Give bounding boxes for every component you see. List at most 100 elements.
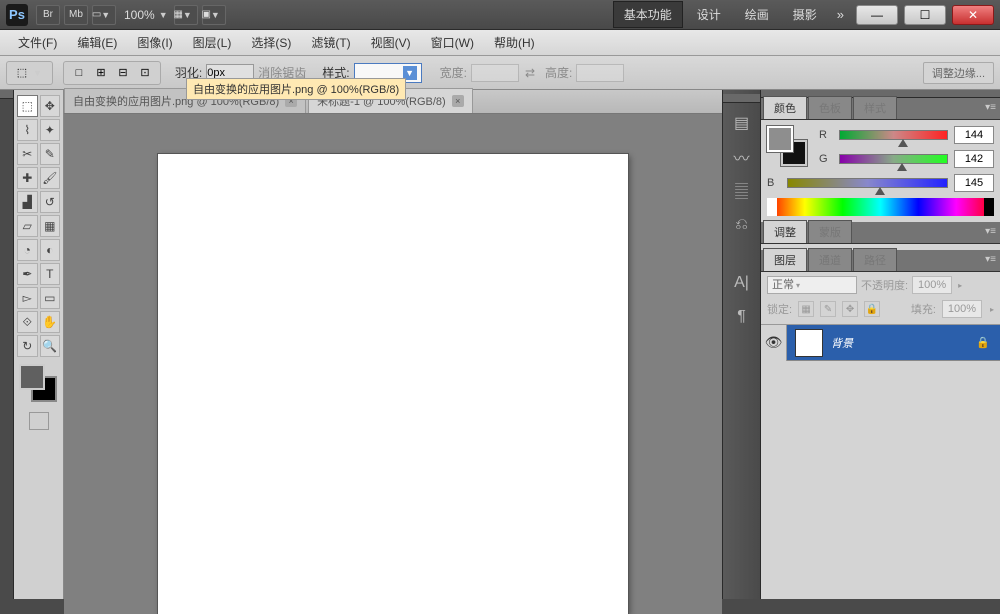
zoom-level[interactable]: 100% xyxy=(124,8,155,22)
opacity-input[interactable]: 100% xyxy=(912,276,952,294)
lock-all-icon[interactable]: 🔒 xyxy=(864,301,880,317)
sel-new-icon[interactable]: □ xyxy=(70,64,88,82)
menu-edit[interactable]: 编辑(E) xyxy=(67,30,127,55)
brush-tool-icon[interactable]: 🖌 xyxy=(40,167,61,189)
workspace-painting[interactable]: 绘画 xyxy=(735,2,779,27)
arrange-docs-icon[interactable]: ▦▼ xyxy=(174,5,198,25)
canvas-viewport[interactable] xyxy=(64,114,722,614)
more-workspaces[interactable]: » xyxy=(831,7,850,22)
b-slider[interactable] xyxy=(787,178,948,188)
visibility-toggle-icon[interactable]: 👁 xyxy=(761,325,787,361)
r-value[interactable]: 144 xyxy=(954,126,994,144)
hand-tool-icon[interactable]: ✋ xyxy=(40,311,61,333)
blur-tool-icon[interactable]: ◔ xyxy=(17,239,38,261)
tab-styles[interactable]: 样式 xyxy=(853,96,897,119)
history-panel-icon[interactable]: ▤ xyxy=(728,109,756,137)
quickmask-icon[interactable] xyxy=(29,412,49,430)
lock-icon: 🔒 xyxy=(976,336,990,349)
type-tool-icon[interactable]: T xyxy=(40,263,61,285)
height-label: 高度: xyxy=(545,64,572,81)
menu-help[interactable]: 帮助(H) xyxy=(484,30,545,55)
menu-bar: 文件(F) 编辑(E) 图像(I) 图层(L) 选择(S) 滤镜(T) 视图(V… xyxy=(0,30,1000,56)
lock-paint-icon[interactable]: ✎ xyxy=(820,301,836,317)
minibridge-icon[interactable]: Mb xyxy=(64,5,88,25)
tool-preset[interactable]: ⬚▼ xyxy=(6,61,53,85)
screen-mode-icon[interactable]: ▭▼ xyxy=(92,5,116,25)
pen-tool-icon[interactable]: ✒ xyxy=(17,263,38,285)
maximize-button[interactable]: ☐ xyxy=(904,5,946,25)
panel-menu-icon[interactable]: ▾≡ xyxy=(985,102,996,113)
r-slider[interactable] xyxy=(839,130,948,140)
close-tab-icon[interactable]: × xyxy=(452,95,464,107)
wand-tool-icon[interactable]: ✦ xyxy=(40,119,61,141)
tab-mask[interactable]: 蒙版 xyxy=(808,220,852,243)
refine-edge-button[interactable]: 调整边缘... xyxy=(923,62,994,84)
fg-color-icon[interactable] xyxy=(19,364,45,390)
3d-tool-icon[interactable]: ⟐ xyxy=(17,311,38,333)
crop-tool-icon[interactable]: ✂ xyxy=(17,143,38,165)
tab-layers[interactable]: 图层 xyxy=(763,248,807,271)
clone-panel-icon[interactable]: ⎌ xyxy=(728,211,756,239)
canvas[interactable] xyxy=(158,154,628,614)
path-select-icon[interactable]: ▻ xyxy=(17,287,38,309)
menu-window[interactable]: 窗口(W) xyxy=(421,30,484,55)
zoom-tool-icon[interactable]: 🔍 xyxy=(40,335,61,357)
menu-file[interactable]: 文件(F) xyxy=(8,30,67,55)
panel-menu-icon[interactable]: ▾≡ xyxy=(985,254,996,265)
sel-add-icon[interactable]: ⊞ xyxy=(92,64,110,82)
rotate-view-icon[interactable]: ↻ xyxy=(17,335,38,357)
left-dock-strip[interactable] xyxy=(0,90,14,599)
character-panel-icon[interactable]: A| xyxy=(728,269,756,297)
tab-swatches[interactable]: 色板 xyxy=(808,96,852,119)
menu-image[interactable]: 图像(I) xyxy=(127,30,182,55)
menu-select[interactable]: 选择(S) xyxy=(241,30,301,55)
bridge-icon[interactable]: Br xyxy=(36,5,60,25)
minimize-button[interactable]: — xyxy=(856,5,898,25)
brushes-panel-icon[interactable]: 𝄛 xyxy=(728,177,756,205)
g-value[interactable]: 142 xyxy=(954,150,994,168)
marquee-tool-icon[interactable]: ⬚ xyxy=(17,95,38,117)
blend-mode-select[interactable]: 正常▾ xyxy=(767,276,857,294)
menu-view[interactable]: 视图(V) xyxy=(361,30,421,55)
heal-tool-icon[interactable]: ✚ xyxy=(17,167,38,189)
move-tool-icon[interactable]: ✥ xyxy=(40,95,61,117)
tab-adjust[interactable]: 调整 xyxy=(763,220,807,243)
workspace-design[interactable]: 设计 xyxy=(687,2,731,27)
panel-color-swatch[interactable] xyxy=(767,126,809,168)
extras-icon[interactable]: ▣▼ xyxy=(202,5,226,25)
gradient-tool-icon[interactable]: ▦ xyxy=(40,215,61,237)
brush-panel-icon[interactable]: 〰 xyxy=(728,143,756,171)
sel-intersect-icon[interactable]: ⊡ xyxy=(136,64,154,82)
chevron-down-icon[interactable]: ▼ xyxy=(159,10,168,20)
fill-input[interactable]: 100% xyxy=(942,300,982,318)
width-label: 宽度: xyxy=(440,64,467,81)
workspace-photo[interactable]: 摄影 xyxy=(783,2,827,27)
color-swatch[interactable] xyxy=(17,364,61,404)
paragraph-panel-icon[interactable]: ¶ xyxy=(728,303,756,331)
sel-sub-icon[interactable]: ⊟ xyxy=(114,64,132,82)
color-spectrum[interactable] xyxy=(767,198,994,216)
tab-color[interactable]: 颜色 xyxy=(763,96,807,119)
menu-filter[interactable]: 滤镜(T) xyxy=(301,30,360,55)
layer-thumbnail[interactable] xyxy=(795,329,823,357)
close-button[interactable]: ✕ xyxy=(952,5,994,25)
g-slider[interactable] xyxy=(839,154,948,164)
shape-tool-icon[interactable]: ▭ xyxy=(40,287,61,309)
workspace-essentials[interactable]: 基本功能 xyxy=(613,1,683,28)
lock-move-icon[interactable]: ✥ xyxy=(842,301,858,317)
tab-paths[interactable]: 路径 xyxy=(853,248,897,271)
eraser-tool-icon[interactable]: ▱ xyxy=(17,215,38,237)
stamp-tool-icon[interactable]: ▟ xyxy=(17,191,38,213)
lasso-tool-icon[interactable]: ⌇ xyxy=(17,119,38,141)
layer-name[interactable]: 背景 xyxy=(831,335,976,351)
color-panel: 颜色 色板 样式 ▾≡ R144 G142 B145 xyxy=(761,98,1000,222)
panel-menu-icon[interactable]: ▾≡ xyxy=(985,226,996,237)
tab-channels[interactable]: 通道 xyxy=(808,248,852,271)
dodge-tool-icon[interactable]: ◐ xyxy=(40,239,61,261)
history-brush-icon[interactable]: ↺ xyxy=(40,191,61,213)
lock-pixels-icon[interactable]: ▦ xyxy=(798,301,814,317)
b-value[interactable]: 145 xyxy=(954,174,994,192)
layer-row[interactable]: 👁 背景 🔒 xyxy=(761,325,1000,361)
menu-layer[interactable]: 图层(L) xyxy=(183,30,242,55)
eyedropper-tool-icon[interactable]: ✎ xyxy=(40,143,61,165)
